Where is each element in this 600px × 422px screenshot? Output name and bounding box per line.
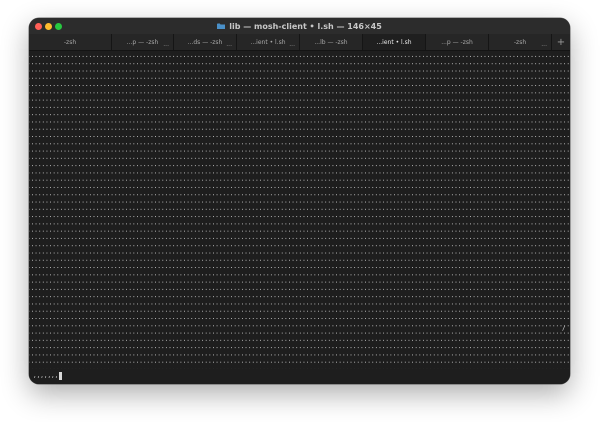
tab-5[interactable]: ...lb — -zsh (299, 34, 362, 50)
window-title-group: lib — mosh-client • l.sh — 146×45 (29, 18, 570, 34)
plus-icon: + (556, 36, 566, 48)
prompt-line: ,,,,,,, (33, 372, 63, 380)
window-title: lib — mosh-client • l.sh — 146×45 (229, 21, 382, 31)
terminal-content[interactable]: / ,,,,,,, (29, 51, 570, 384)
tab-label: ...ds — -zsh (187, 38, 223, 46)
tab-label: ...ient • l.sh (250, 38, 286, 46)
tab-label: ...p — -zsh (126, 38, 159, 46)
tab-badge: ... (163, 41, 169, 48)
tab-3[interactable]: ...ds — -zsh ... (173, 34, 236, 50)
new-tab-button[interactable]: + (551, 34, 570, 50)
text-cursor (59, 372, 63, 380)
folder-icon (217, 23, 226, 29)
tab-6-active[interactable]: ...ient • l.sh (362, 34, 425, 50)
terminal-window: lib — mosh-client • l.sh — 146×45 -zsh .… (29, 18, 570, 384)
tab-8[interactable]: -zsh ... (488, 34, 551, 50)
tab-4[interactable]: ...ient • l.sh ... (236, 34, 299, 50)
tab-badge: ... (226, 41, 232, 48)
title-bar[interactable]: lib — mosh-client • l.sh — 146×45 (29, 18, 570, 34)
prompt-text: ,,,,,,, (33, 372, 59, 379)
tab-badge: ... (289, 41, 295, 48)
tab-badge: ... (541, 41, 547, 48)
tab-7[interactable]: ...p — -zsh (425, 34, 488, 50)
tab-bar: -zsh ...p — -zsh ... ...ds — -zsh ... ..… (29, 34, 570, 51)
tab-label: ...ient • l.sh (376, 38, 412, 46)
right-edge-mark: / (562, 325, 566, 332)
tab-2[interactable]: ...p — -zsh ... (111, 34, 173, 50)
tab-label: -zsh (513, 38, 527, 46)
tab-1[interactable]: -zsh (29, 34, 111, 50)
tab-label: -zsh (63, 38, 77, 46)
terminal-dot-grid (29, 51, 570, 369)
tab-label: ...p — -zsh (441, 38, 473, 46)
tab-label: ...lb — -zsh (314, 38, 348, 46)
